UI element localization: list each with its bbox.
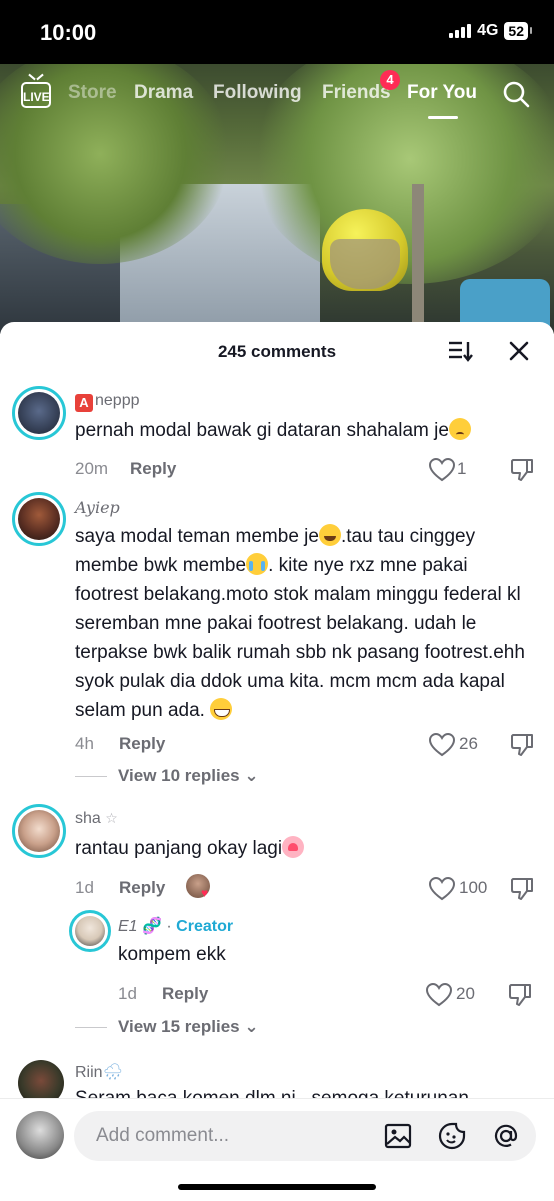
sheet-header: 245 comments <box>0 322 554 380</box>
avatar[interactable] <box>12 386 66 440</box>
emoji-sticker-icon[interactable] <box>438 1122 466 1150</box>
avatar[interactable] <box>69 910 111 952</box>
status-time: 10:00 <box>40 20 97 45</box>
comment-username[interactable]: Aneppp <box>75 392 140 412</box>
cloud-rain-icon: 🌧 <box>102 1064 123 1081</box>
comment-username[interactable]: Ayiep <box>75 498 120 517</box>
comment-username[interactable]: Riin🌧 <box>75 1062 123 1082</box>
chevron-down-icon: ⌄ <box>244 766 259 785</box>
view-replies-button[interactable]: View 10 replies ⌄ <box>118 766 259 786</box>
helmet-visor <box>330 239 400 289</box>
like-count: 1 <box>457 459 467 478</box>
home-indicator <box>178 1184 376 1190</box>
friends-badge: 4 <box>380 70 400 90</box>
search-icon[interactable] <box>502 80 530 108</box>
tab-friends[interactable]: Friends <box>322 82 391 104</box>
chevron-down-icon: ⌄ <box>244 1017 259 1036</box>
live-icon[interactable]: LIVE <box>21 82 51 108</box>
comment-input-placeholder[interactable]: Add comment... <box>96 1125 229 1147</box>
close-icon[interactable] <box>508 340 530 362</box>
dislike-icon[interactable] <box>510 733 534 757</box>
status-right: 4G 52 <box>449 22 532 40</box>
comment-time: 20m <box>75 459 109 478</box>
tab-drama[interactable]: Drama <box>134 82 193 104</box>
top-nav: LIVE Store Drama Following Friends 4 For… <box>0 70 554 119</box>
heart-icon[interactable] <box>426 983 452 1007</box>
like-count: 20 <box>456 984 475 1003</box>
network-label: 4G <box>477 22 499 39</box>
heart-icon[interactable] <box>429 458 455 482</box>
comment-item: Riin🌧 Seram baca komen dlm ni , semoga k… <box>0 1056 554 1101</box>
reply-button[interactable]: Reply <box>119 878 165 898</box>
avatar[interactable] <box>12 492 66 546</box>
mention-icon[interactable] <box>492 1122 520 1150</box>
reply-text: kompem ekk <box>118 944 226 965</box>
comment-text: saya modal teman membe je .tau tau cingge… <box>75 524 525 721</box>
comment-item: Aneppp pernah modal bawak gi dataran sha… <box>0 384 554 484</box>
tab-following[interactable]: Following <box>213 82 302 104</box>
avatar[interactable] <box>18 1060 64 1101</box>
tree-trunk <box>412 184 424 334</box>
emoji-icon <box>246 553 269 575</box>
heart-icon[interactable] <box>429 733 455 757</box>
divider <box>75 776 107 777</box>
avatar[interactable] <box>12 804 66 858</box>
comment-text: pernah modal bawak gi dataran shahalam j… <box>75 416 535 445</box>
comment-text: rantau panjang okay lagi <box>75 834 535 863</box>
image-icon[interactable] <box>384 1122 412 1150</box>
heart-icon[interactable] <box>429 877 455 901</box>
status-bar: 10:00 4G 52 <box>0 0 554 64</box>
tab-for-you[interactable]: For You <box>407 82 477 104</box>
reply-button[interactable]: Reply <box>119 734 165 754</box>
view-replies-button[interactable]: View 15 replies ⌄ <box>118 1017 259 1037</box>
battery-icon: 52 <box>504 22 532 40</box>
avatar-image <box>75 916 105 946</box>
avatar-image <box>18 392 60 434</box>
dislike-icon[interactable] <box>508 983 532 1007</box>
reply-username[interactable]: E1 🧬 · Creator <box>118 916 233 936</box>
emoji-icon <box>210 698 233 720</box>
comment-time: 4h <box>75 734 94 753</box>
active-tab-indicator <box>428 116 458 119</box>
dna-icon: 🧬 <box>142 918 162 935</box>
star-icon: ☆ <box>105 810 118 826</box>
heart-badge-icon: ♥ <box>201 886 209 900</box>
like-count: 100 <box>459 878 488 897</box>
divider <box>75 1027 107 1028</box>
emoji-icon <box>282 836 305 858</box>
comment-input[interactable]: Add comment... <box>74 1111 536 1161</box>
comment-item: sha ☆ rantau panjang okay lagi 1d Reply … <box>0 802 554 1036</box>
avatar-image <box>18 810 60 852</box>
reply-button[interactable]: Reply <box>162 984 208 1004</box>
like-count: 26 <box>459 734 478 753</box>
dislike-icon[interactable] <box>510 458 534 482</box>
signal-icon <box>449 24 472 38</box>
comment-item: Ayiep saya modal teman membe je .tau tau … <box>0 490 554 790</box>
reply-button[interactable]: Reply <box>130 459 176 479</box>
emoji-icon <box>318 524 341 546</box>
avatar-image <box>18 498 60 540</box>
reply-time: 1d <box>118 984 137 1003</box>
tab-store[interactable]: Store <box>68 82 117 104</box>
comment-username[interactable]: sha ☆ <box>75 810 118 828</box>
comment-time: 1d <box>75 878 94 897</box>
dislike-icon[interactable] <box>510 877 534 901</box>
sort-icon[interactable] <box>447 339 473 363</box>
emoji-icon <box>448 418 471 440</box>
my-avatar[interactable] <box>16 1111 64 1159</box>
comments-sheet: 245 comments Aneppp pernah modal bawak g… <box>0 322 554 1200</box>
